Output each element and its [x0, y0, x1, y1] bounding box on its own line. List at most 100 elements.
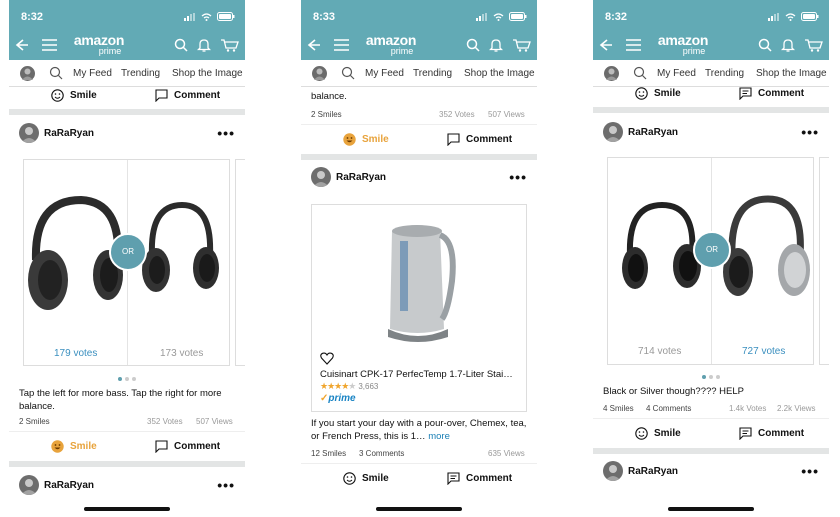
menu-icon[interactable]	[626, 39, 641, 51]
signal-icon	[184, 12, 195, 21]
post-header: RaRaRyan •••	[593, 122, 829, 142]
back-icon[interactable]	[599, 38, 613, 52]
cart-icon[interactable]	[805, 38, 823, 52]
profile-avatar[interactable]	[20, 66, 35, 81]
comment-button[interactable]: Comment	[447, 472, 512, 485]
comments-count[interactable]: 3 Comments	[359, 449, 404, 458]
views-count: 635 Views	[488, 449, 525, 458]
or-badge: OR	[109, 233, 147, 271]
tab-my-feed[interactable]: My Feed	[365, 68, 404, 79]
poll-card: 179 votes 173 votes OR	[23, 159, 230, 366]
user-avatar[interactable]	[603, 122, 623, 142]
feed-tabs: My Feed Trending Shop the Image	[593, 60, 829, 87]
more-link[interactable]: more	[428, 431, 450, 442]
status-bar: 8:33	[301, 0, 537, 34]
more-options-button[interactable]: •••	[801, 463, 819, 479]
bell-icon[interactable]	[197, 38, 211, 52]
comment-list-icon	[739, 87, 752, 100]
more-options-button[interactable]: •••	[217, 477, 235, 493]
tab-shop-the-image[interactable]: Shop the Image	[172, 68, 243, 79]
star-rating-icons: ★★★★★	[320, 381, 356, 391]
user-avatar[interactable]	[19, 475, 39, 495]
smile-button[interactable]: Smile	[635, 427, 681, 440]
back-icon[interactable]	[307, 38, 321, 52]
user-name[interactable]: RaRaRyan	[336, 172, 386, 183]
tab-my-feed[interactable]: My Feed	[73, 68, 112, 79]
smile-icon	[51, 89, 64, 102]
user-name[interactable]: RaRaRyan	[628, 466, 678, 477]
votes-total: 1.4k Votes	[729, 404, 767, 413]
user-name[interactable]: RaRaRyan	[44, 128, 94, 139]
cart-icon[interactable]	[221, 38, 239, 52]
smile-label: Smile	[362, 473, 389, 484]
comment-button[interactable]: Comment	[739, 427, 804, 440]
back-icon[interactable]	[15, 38, 29, 52]
comment-icon	[155, 89, 168, 102]
search-icon[interactable]	[49, 66, 63, 80]
tab-my-feed[interactable]: My Feed	[657, 68, 696, 79]
search-icon[interactable]	[174, 38, 188, 52]
battery-icon	[509, 12, 527, 21]
comment-button[interactable]: Comment	[739, 87, 804, 100]
post-separator	[593, 107, 829, 113]
search-icon[interactable]	[758, 38, 772, 52]
smiles-count[interactable]: 12 Smiles	[311, 449, 346, 458]
screen-3: 8:32 amazon prime My Feed Trending Shop t…	[593, 0, 829, 517]
smile-icon	[343, 472, 356, 485]
user-avatar[interactable]	[603, 461, 623, 481]
smile-button[interactable]: Smile	[635, 87, 681, 100]
amazon-prime-logo[interactable]: amazon prime	[69, 33, 129, 56]
amazon-prime-logo[interactable]: amazon prime	[653, 33, 713, 56]
smile-button-active[interactable]: Smile	[51, 440, 97, 453]
comments-count[interactable]: 4 Comments	[646, 404, 691, 413]
rating-count: 3,663	[358, 382, 379, 391]
heart-icon[interactable]	[320, 352, 334, 365]
smile-label: Smile	[70, 90, 97, 101]
profile-avatar[interactable]	[604, 66, 619, 81]
status-time: 8:32	[21, 11, 44, 23]
home-indicator	[668, 507, 754, 511]
smile-button-active[interactable]: Smile	[343, 133, 389, 146]
amazon-prime-logo[interactable]: amazon prime	[361, 33, 421, 56]
comment-button[interactable]: Comment	[155, 89, 220, 102]
smiles-count[interactable]: 2 Smiles	[311, 110, 342, 119]
tab-trending[interactable]: Trending	[705, 68, 744, 79]
profile-avatar[interactable]	[312, 66, 327, 81]
comment-button[interactable]: Comment	[155, 440, 220, 453]
bell-icon[interactable]	[489, 38, 503, 52]
comment-button[interactable]: Comment	[447, 133, 512, 146]
user-avatar[interactable]	[311, 167, 331, 187]
tab-shop-the-image[interactable]: Shop the Image	[756, 68, 827, 79]
search-icon[interactable]	[633, 66, 647, 80]
menu-icon[interactable]	[42, 39, 57, 51]
headphones-image-right	[142, 201, 219, 292]
cart-icon[interactable]	[513, 38, 531, 52]
more-options-button[interactable]: •••	[217, 125, 235, 141]
logo-prime: prime	[390, 46, 414, 56]
product-title[interactable]: Cuisinart CPK-17 PerfecTemp 1.7-Liter St…	[320, 368, 513, 381]
smile-button[interactable]: Smile	[343, 472, 389, 485]
smile-button[interactable]: Smile	[51, 89, 97, 102]
smiles-count[interactable]: 4 Smiles	[603, 404, 634, 413]
comment-label: Comment	[174, 441, 221, 452]
vote-count-left: 179 votes	[54, 348, 98, 359]
more-options-button[interactable]: •••	[509, 169, 527, 185]
smile-icon	[635, 427, 648, 440]
product-card[interactable]: Cuisinart CPK-17 PerfecTemp 1.7-Liter St…	[311, 204, 527, 412]
more-options-button[interactable]: •••	[801, 124, 819, 140]
bell-icon[interactable]	[781, 38, 795, 52]
menu-icon[interactable]	[334, 39, 349, 51]
user-name[interactable]: RaRaRyan	[628, 127, 678, 138]
user-avatar[interactable]	[19, 123, 39, 143]
smiles-count[interactable]: 2 Smiles	[19, 417, 50, 426]
views-count: 507 Views	[196, 417, 233, 426]
tab-trending[interactable]: Trending	[413, 68, 452, 79]
tab-shop-the-image[interactable]: Shop the Image	[464, 68, 535, 79]
search-icon[interactable]	[466, 38, 480, 52]
headphones-image-left	[622, 201, 701, 289]
search-icon[interactable]	[341, 66, 355, 80]
user-name[interactable]: RaRaRyan	[44, 480, 94, 491]
kettle-image	[388, 225, 456, 342]
status-bar: 8:32	[593, 0, 829, 34]
tab-trending[interactable]: Trending	[121, 68, 160, 79]
